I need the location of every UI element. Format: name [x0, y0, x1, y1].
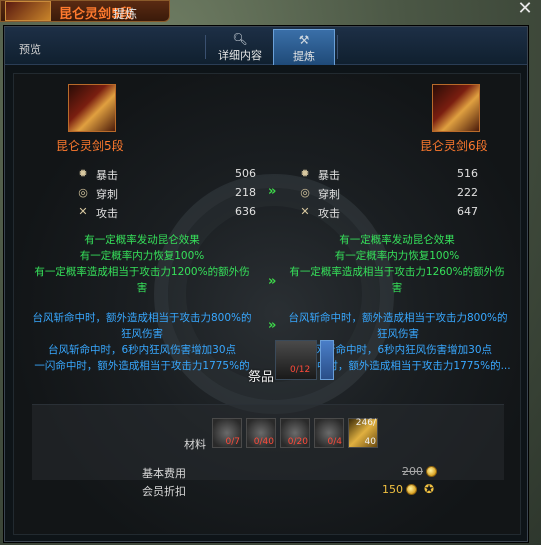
right-stat-attack: ✕ 攻击 647 — [298, 204, 478, 222]
effect-line: 台风斩命中时，额外造成相当于攻击力800%的 — [288, 312, 508, 324]
upgrade-arrow-icon: » — [268, 184, 277, 199]
material-slot-4[interactable]: 0/4 — [314, 418, 344, 448]
material-slot-2[interactable]: 0/40 — [246, 418, 276, 448]
material-count: 0/4 — [327, 437, 342, 447]
window-header: 预览 🔍︎ 详细内容 ⚒ 提炼 — [5, 27, 527, 65]
base-fee-label: 基本费用 — [142, 467, 186, 480]
stat-value: 647 — [457, 205, 478, 218]
left-item-icon[interactable] — [68, 84, 116, 132]
tab-details-label: 详细内容 — [218, 49, 262, 62]
stat-value: 516 — [457, 167, 478, 180]
hammer-icon: ⚒ — [298, 33, 310, 47]
title-mode: 提炼 — [113, 7, 138, 21]
material-count: 0/40 — [253, 437, 274, 447]
left-stat-pierce: ◎ 穿刺 218 — [76, 185, 256, 203]
left-effects-blue: 台风斩命中时，额外造成相当于攻击力800%的 狂风伤害 台风斩命中时，6秒内狂风… — [18, 310, 266, 374]
effect-line: 害 — [391, 282, 403, 294]
effect-line: 狂风伤害 — [121, 328, 163, 340]
right-stat-crit: ✹ 暴击 516 — [298, 166, 478, 184]
sacrifice-count: 0/12 — [290, 365, 311, 375]
pierce-icon: ◎ — [78, 186, 88, 199]
stat-value: 218 — [235, 186, 256, 199]
stat-value: 222 — [457, 186, 478, 199]
material-slot-5[interactable]: 246/ 40 — [348, 418, 378, 448]
right-item-icon[interactable] — [432, 84, 480, 132]
left-stat-crit: ✹ 暴击 506 — [76, 166, 256, 184]
stat-name: 暴击 — [318, 169, 340, 182]
effect-line: 有一定概率发动昆仑效果 — [339, 234, 455, 246]
close-icon[interactable]: ✕ — [515, 0, 535, 20]
material-count: 0/7 — [225, 437, 240, 447]
effect-line: 害 — [136, 282, 148, 294]
effect-line: 台风斩命中时，6秒内狂风伤害增加30点 — [47, 344, 237, 356]
effect-line: 台风斩命中时，额外造成相当于攻击力800%的 — [32, 312, 252, 324]
item-title-tab: 昆仑灵剑5段 提炼 — [0, 0, 170, 22]
vip-star-icon: ✪ — [424, 482, 435, 496]
sword-icon — [5, 1, 51, 21]
material-count: 40 — [364, 437, 376, 447]
tab-refine[interactable]: ⚒ 提炼 — [273, 29, 335, 65]
refine-window: 预览 🔍︎ 详细内容 ⚒ 提炼 昆仑灵剑5段 ✹ 暴击 506 ◎ 穿刺 218… — [4, 26, 528, 542]
effect-line: 一闪命中时，额外造成相当于攻击力1775%的 — [34, 360, 250, 372]
left-item-name: 昆仑灵剑5段 — [56, 139, 124, 153]
member-fee-label: 会员折扣 — [142, 485, 186, 498]
member-fee-row: 会员折扣 150 ✪ — [32, 482, 502, 498]
right-item-name: 昆仑灵剑6段 — [420, 139, 488, 153]
stat-name: 攻击 — [318, 207, 340, 220]
crit-icon: ✹ — [300, 167, 310, 180]
left-effects-green: 有一定概率发动昆仑效果 有一定概率内力恢复100% 有一定概率造成相当于攻击力1… — [18, 232, 266, 296]
material-slot-1[interactable]: 0/7 — [212, 418, 242, 448]
effect-line: 有一定概率造成相当于攻击力1260%的额外伤 — [289, 266, 505, 278]
stat-value: 506 — [235, 167, 256, 180]
material-owned: 246/ — [355, 418, 376, 428]
tab-divider — [205, 35, 206, 59]
stat-name: 穿刺 — [318, 188, 340, 201]
member-fee-value: 150 — [382, 483, 403, 496]
coin-icon — [426, 466, 437, 477]
stat-name: 攻击 — [96, 207, 118, 220]
stat-name: 穿刺 — [96, 188, 118, 201]
magnifier-icon: 🔍︎ — [232, 32, 248, 46]
effect-line: 有一定概率内力恢复100% — [334, 250, 460, 262]
effect-line: 有一定概率发动昆仑效果 — [84, 234, 200, 246]
materials-label: 材料 — [184, 438, 206, 451]
sacrifice-slot-tab[interactable] — [320, 340, 334, 380]
stat-name: 暴击 — [96, 169, 118, 182]
coin-icon — [406, 484, 417, 495]
crit-icon: ✹ — [78, 167, 88, 180]
pierce-icon: ◎ — [300, 186, 310, 199]
material-slot-3[interactable]: 0/20 — [280, 418, 310, 448]
right-effects-green: 有一定概率发动昆仑效果 有一定概率内力恢复100% 有一定概率造成相当于攻击力1… — [272, 232, 522, 296]
tab-details[interactable]: 🔍︎ 详细内容 — [209, 29, 271, 65]
preview-label: 预览 — [19, 43, 41, 56]
material-count: 0/20 — [287, 437, 308, 447]
effect-line: 有一定概率内力恢复100% — [79, 250, 205, 262]
refine-panel: 昆仑灵剑5段 ✹ 暴击 506 ◎ 穿刺 218 ✕ 攻击 636 » 昆仑灵剑… — [13, 73, 521, 535]
attack-icon: ✕ — [300, 205, 310, 218]
sacrifice-slot[interactable]: 0/12 — [275, 340, 317, 380]
right-stat-pierce: ◎ 穿刺 222 — [298, 185, 478, 203]
attack-icon: ✕ — [78, 205, 88, 218]
base-fee-value: 200 — [402, 465, 423, 478]
effect-line: 有一定概率造成相当于攻击力1200%的额外伤 — [34, 266, 250, 278]
left-stat-attack: ✕ 攻击 636 — [76, 204, 256, 222]
sacrifice-label: 祭品 — [248, 370, 275, 385]
stat-value: 636 — [235, 205, 256, 218]
tab-refine-label: 提炼 — [293, 50, 315, 63]
tab-divider — [337, 35, 338, 59]
base-fee-row: 基本费用 200 — [32, 464, 502, 480]
